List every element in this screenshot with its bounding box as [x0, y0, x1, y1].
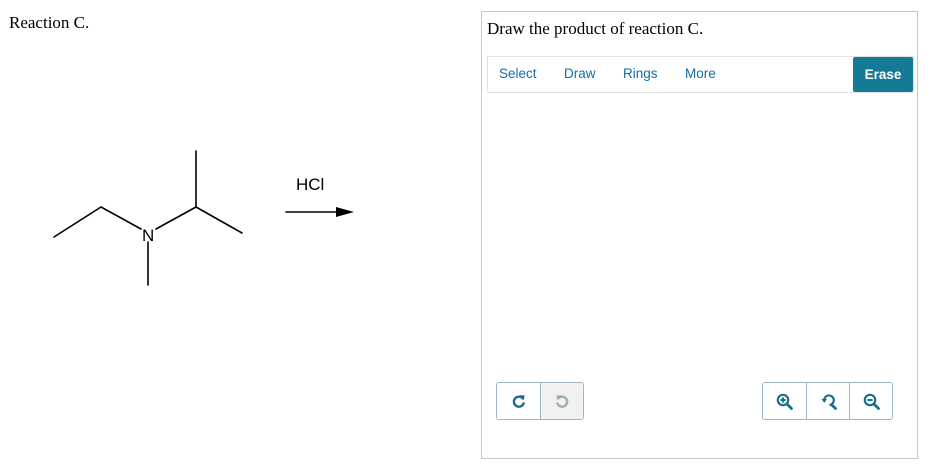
- zoom-in-button[interactable]: [763, 383, 806, 419]
- zoom-out-icon: [863, 393, 880, 410]
- bond-isopropyl-right: [195, 206, 243, 234]
- bond-n-isopropyl: [155, 206, 197, 230]
- tab-draw[interactable]: Draw: [564, 66, 596, 81]
- reactant-structure: N: [53, 150, 354, 286]
- zoom-out-button[interactable]: [849, 383, 892, 419]
- undo-icon: [512, 395, 525, 408]
- tab-select[interactable]: Select: [499, 66, 537, 81]
- reaction-arrow-head: [336, 207, 354, 217]
- erase-button[interactable]: Erase: [853, 57, 913, 92]
- drawing-canvas[interactable]: [487, 94, 914, 376]
- zoom-controls: [762, 382, 893, 420]
- tab-more[interactable]: More: [685, 66, 716, 81]
- bond-ethyl-ch2-n: [100, 206, 142, 230]
- drawing-toolbar: Select Draw Rings More Erase: [487, 56, 914, 93]
- zoom-in-icon: [776, 393, 793, 410]
- redo-button[interactable]: [540, 383, 583, 419]
- reagent-label: HCl: [296, 175, 325, 194]
- reset-zoom-icon: [821, 393, 837, 410]
- panel-prompt: Draw the product of reaction C.: [487, 19, 704, 38]
- drawing-panel: Draw the product of reaction C. Select D…: [481, 11, 918, 459]
- reset-zoom-button[interactable]: [806, 383, 849, 419]
- redo-icon: [556, 395, 569, 408]
- undo-button[interactable]: [497, 383, 540, 419]
- bond-ethyl-ch3: [53, 206, 102, 238]
- tab-rings[interactable]: Rings: [623, 66, 658, 81]
- history-controls: [496, 382, 584, 420]
- nitrogen-atom-label: N: [142, 226, 154, 245]
